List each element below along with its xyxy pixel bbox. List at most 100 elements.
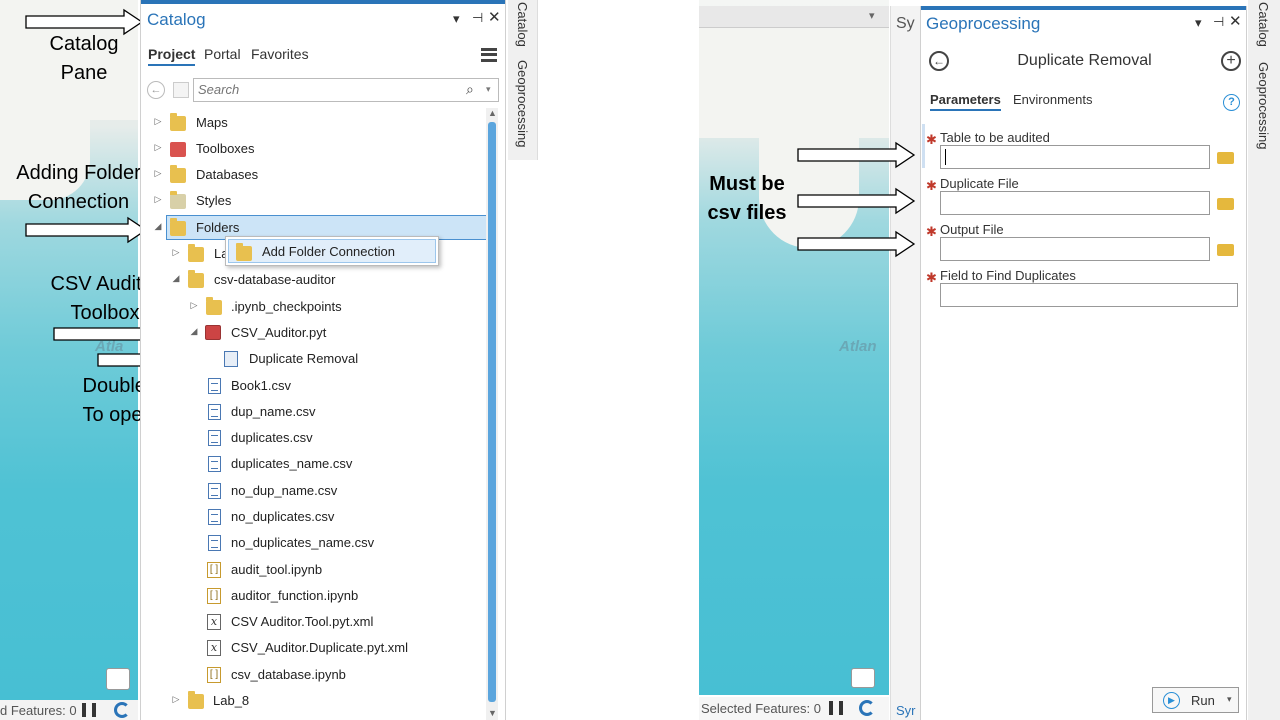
browse-folder-icon[interactable] [1217, 244, 1234, 256]
run-button[interactable]: ▶ Run ▾ [1152, 687, 1239, 713]
tree-item-label: duplicates.csv [231, 430, 313, 445]
csv-file-icon [208, 378, 221, 394]
catalog-pane: Catalog ▾ ⊣ ✕ Project Portal Favorites ←… [140, 0, 506, 720]
tab-environments[interactable]: Environments [1013, 92, 1092, 107]
menu-icon[interactable] [481, 48, 497, 62]
duplicate-file-input[interactable] [940, 191, 1210, 215]
expand-icon[interactable]: ▷ [153, 142, 163, 153]
arrow-to-output-field [797, 230, 916, 258]
add-icon[interactable]: + [1221, 51, 1241, 71]
home-icon[interactable] [173, 82, 189, 98]
tree-item-label: Folders [196, 220, 240, 235]
close-icon[interactable]: ✕ [488, 8, 501, 26]
side-tab-catalog[interactable]: Catalog [1256, 2, 1271, 47]
search-icon[interactable]: ⌕ [466, 81, 474, 98]
chevron-down-icon[interactable]: ▾ [1227, 694, 1232, 705]
tree-item-label: dup_name.csv [231, 404, 316, 419]
close-icon[interactable]: ✕ [1229, 12, 1242, 30]
side-tab-catalog[interactable]: Catalog [515, 2, 530, 47]
chevron-down-icon[interactable]: ▾ [486, 84, 491, 95]
parameter-marker-bar [922, 124, 925, 168]
pane-title: Geoprocessing [926, 14, 1041, 33]
annotation-adding-folder: Adding Folder Connection [0, 159, 157, 217]
collapse-icon[interactable]: ◢ [171, 273, 181, 284]
browse-folder-icon[interactable] [1217, 198, 1234, 210]
partial-status-label: Syr [896, 703, 916, 718]
arrow-to-duplicate-field [797, 187, 916, 215]
expand-icon[interactable]: ▷ [171, 694, 181, 705]
tree-item-label: Lab_8 [213, 693, 250, 708]
tree-item-label: Databases [196, 167, 259, 182]
scrollbar-thumb[interactable] [488, 122, 496, 702]
maps-folder-icon [170, 113, 186, 131]
tree-item-label: csv_database.ipynb [231, 667, 346, 682]
field-label-find-duplicates: Field to Find Duplicates [940, 268, 1076, 283]
required-marker: ✱ [926, 132, 937, 147]
expand-icon[interactable]: ▷ [189, 300, 199, 311]
tab-parameters[interactable]: Parameters [930, 92, 1001, 111]
tree-item-label: Styles [196, 193, 232, 208]
toolbox-folder-icon [170, 142, 186, 157]
scroll-down-icon[interactable]: ▼ [488, 708, 497, 718]
pause-icon[interactable] [82, 703, 96, 717]
side-tab-geoprocessing[interactable]: Geoprocessing [515, 60, 530, 147]
collapse-icon[interactable]: ◢ [153, 221, 163, 232]
chevron-down-icon[interactable]: ▾ [869, 9, 875, 22]
annotation-line: Connection [27, 191, 130, 213]
tree-item-label: Book1.csv [231, 378, 291, 393]
annotation-catalog-pane: Catalog Pane [34, 30, 134, 88]
search-field[interactable]: ⌕ ▾ [193, 78, 499, 102]
expand-icon[interactable]: ▷ [153, 116, 163, 127]
required-marker: ✱ [926, 178, 937, 193]
pin-icon[interactable]: ⊣ [1213, 14, 1224, 30]
tab-favorites[interactable]: Favorites [251, 46, 309, 62]
side-tab-geoprocessing[interactable]: Geoprocessing [1256, 62, 1271, 149]
tree-item-label: auditor_function.ipynb [231, 588, 359, 603]
back-icon[interactable]: ← [147, 81, 165, 99]
tab-portal[interactable]: Portal [204, 46, 241, 62]
pause-icon[interactable] [829, 701, 843, 715]
csv-file-icon [208, 483, 221, 499]
pane-options-icon[interactable]: ▾ [1195, 15, 1202, 31]
notebook-icon: [ ] [207, 562, 221, 578]
folder-icon [188, 270, 204, 288]
search-input[interactable] [198, 82, 448, 97]
basemap-gallery-icon[interactable] [851, 668, 875, 688]
annotation-line: Must be [709, 173, 785, 195]
csv-file-icon [208, 509, 221, 525]
table-to-audit-input[interactable] [940, 145, 1210, 169]
expand-icon[interactable]: ▷ [153, 168, 163, 179]
tree-item-label: Duplicate Removal [249, 351, 359, 366]
collapse-icon[interactable]: ◢ [189, 326, 199, 337]
context-menu-label: Add Folder Connection [262, 244, 395, 259]
pane-options-icon[interactable]: ▾ [453, 11, 460, 27]
required-marker: ✱ [926, 270, 937, 285]
context-menu-item-add-folder[interactable]: Add Folder Connection [228, 239, 436, 263]
basemap-gallery-icon[interactable] [106, 668, 130, 690]
output-file-input[interactable] [940, 237, 1210, 261]
csv-file-icon [208, 430, 221, 446]
expand-icon[interactable]: ▷ [153, 194, 163, 205]
field-label-table: Table to be audited [940, 130, 1050, 145]
selected-features-count: d Features: 0 [0, 703, 77, 718]
refresh-icon[interactable] [859, 700, 875, 716]
csv-file-icon [208, 535, 221, 551]
xml-file-icon: x [207, 614, 221, 630]
annotation-line: Pane [60, 62, 108, 84]
context-menu: Add Folder Connection [225, 236, 439, 266]
browse-folder-icon[interactable] [1217, 152, 1234, 164]
help-icon[interactable]: ? [1223, 94, 1240, 111]
pin-icon[interactable]: ⊣ [472, 10, 483, 26]
right-map-view[interactable]: ▾ Atlan [699, 0, 889, 695]
run-play-icon: ▶ [1163, 692, 1180, 709]
tab-project[interactable]: Project [148, 46, 196, 66]
field-to-find-duplicates-input[interactable] [940, 283, 1238, 307]
partial-pane-tab[interactable]: Sy Syr [890, 6, 920, 720]
expand-icon[interactable]: ▷ [171, 247, 181, 258]
folder-icon [170, 218, 186, 236]
refresh-icon[interactable] [114, 702, 130, 718]
pane-accent-bar [921, 6, 1246, 10]
arrow-to-folders [25, 216, 148, 244]
scroll-up-icon[interactable]: ▲ [488, 108, 497, 118]
scrollbar[interactable]: ▲ ▼ [486, 108, 498, 720]
